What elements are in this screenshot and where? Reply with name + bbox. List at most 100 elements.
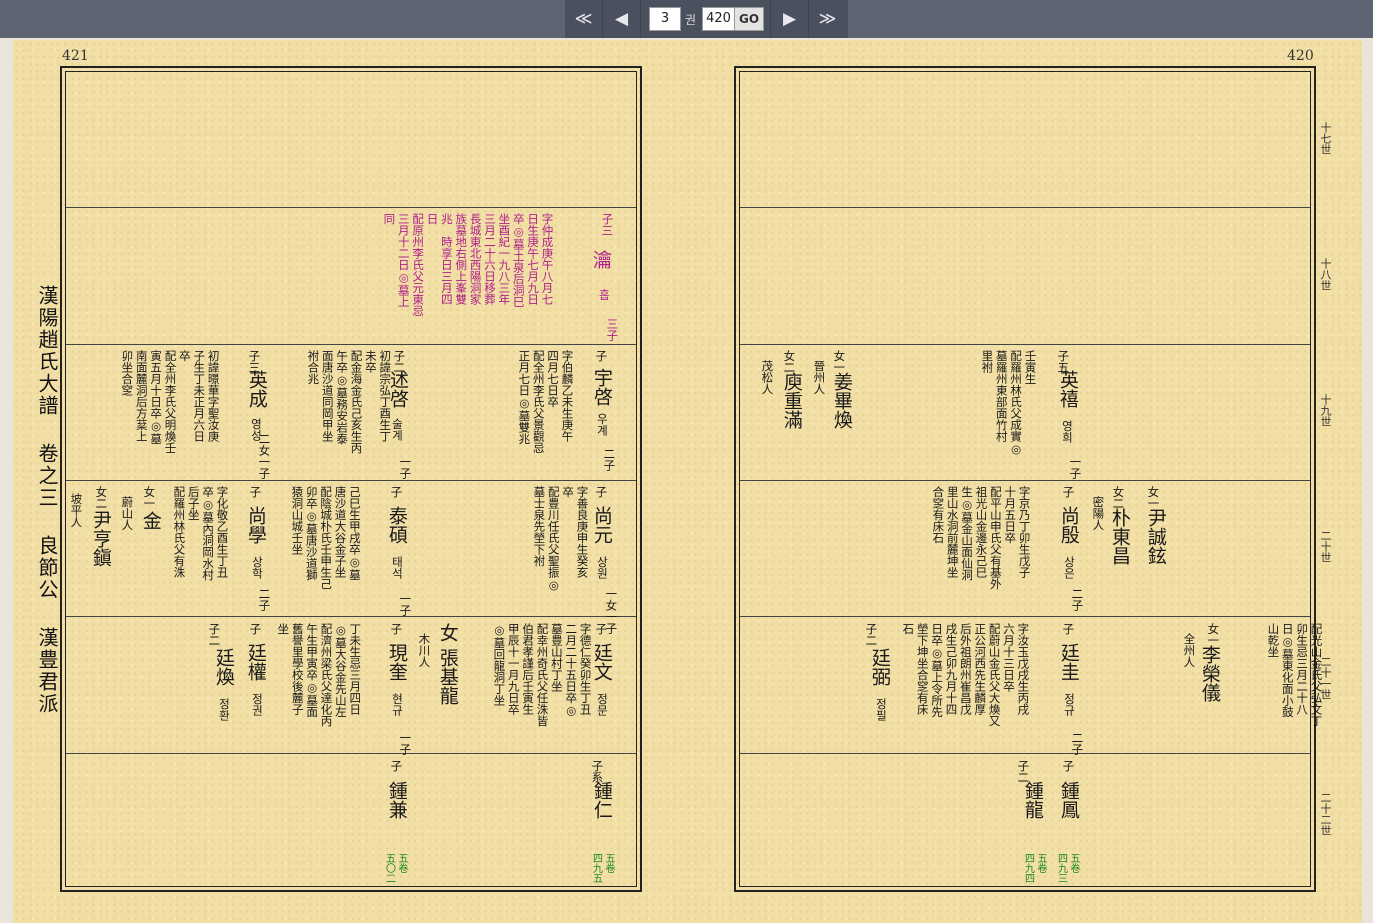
- gen21-label: 子: [594, 623, 609, 635]
- gen22-name: 鍾兼: [385, 781, 408, 819]
- gen20-name: 朴東昌: [1108, 508, 1131, 565]
- gen19-name: 英成: [245, 370, 268, 408]
- generation-label: 十七世: [1319, 122, 1332, 155]
- gen20-record: 坡平人: [69, 493, 84, 528]
- gen21-label: 子: [389, 623, 404, 635]
- gen21-record: 字汝玉戊戌生丙戌 六月十三日卒 配蔚山金氏父大煥又 正公河西先生麟厚 后外祖朗州…: [901, 623, 1031, 727]
- gen19-name: 英禧: [1056, 370, 1079, 408]
- gen22-label: 子二: [1016, 760, 1031, 783]
- volume-suffix: 권: [685, 12, 697, 27]
- gen19-note: 二女一子: [257, 433, 272, 479]
- gen20-name: 尹亨鎭: [89, 510, 112, 567]
- gen21-record: 全州人: [1182, 633, 1197, 668]
- gen19-name: 庾重滿: [780, 372, 803, 429]
- gen20-label: 子: [389, 486, 404, 498]
- gen22-label: 子系: [590, 760, 605, 783]
- gen22-label: 子: [1061, 760, 1076, 772]
- gen18-record: 字仲成庚午八月七 日生庚午七月九日 卒◎墓土泉后洞巳 坐酉紀一九八三年 三月二十…: [382, 213, 555, 317]
- right-genealogy-frame: 子五 英禧 영희 一子 壬寅生 配羅州林氏父成實◎ 墓羅州東部面竹村 里祔 女一…: [734, 66, 1324, 892]
- left-arrow-icon: ◀: [614, 9, 629, 29]
- gen19-label: 女一: [832, 350, 847, 373]
- gen21-label: 子二: [207, 623, 222, 646]
- generation-label: 十八世: [1319, 258, 1332, 291]
- gen20-record: 字京乃丁卯生戊子 十月五日卒 配平山申氏父有基外 祖光山金邊永己巳 生◎墓金山面…: [931, 486, 1032, 590]
- gen20-label: 女二: [94, 486, 109, 509]
- gen19-record: 初諱宗弘丁酉生丁 未卒 配金海金氏己亥生丙 午卒◎墓務安岩泰 面唐沙道同岡甲坐 …: [306, 350, 393, 454]
- gen21-hangul: 정권: [250, 693, 265, 716]
- gen20-record: 密陽人: [1091, 496, 1106, 531]
- total-pages-field: 420: [702, 7, 735, 31]
- gen21-name: 李榮儀: [1198, 645, 1221, 702]
- gen19-note: 一子: [1068, 456, 1083, 479]
- gen21-hangul: 현규: [390, 693, 405, 716]
- gen21-label: 子二: [864, 623, 879, 646]
- gen19-record: 壬寅生 配羅州林氏父成實◎ 墓羅州東部面竹村 里祔: [980, 350, 1038, 456]
- gen19-hangul: 우계: [595, 413, 610, 436]
- generation-label: 二十二世: [1319, 792, 1332, 836]
- first-page-button[interactable]: ≪: [565, 0, 603, 38]
- gen22-name: 鍾龍: [1021, 781, 1044, 819]
- gen20-name: 尹誠鉉: [1144, 508, 1167, 565]
- gen20-note: 二子: [1070, 588, 1085, 611]
- gen21-name: 廷文: [590, 643, 613, 681]
- book-side-title: 漢陽趙氏大譜 卷之三 良節公 漢豊君派: [35, 285, 59, 715]
- gen22-volume-ref: 五卷 四九三: [1055, 853, 1080, 883]
- right-page-number: 420: [1287, 48, 1314, 64]
- page-number-input[interactable]: 3: [649, 7, 681, 31]
- gen22-name: 鍾鳳: [1057, 781, 1080, 819]
- prev-page-button[interactable]: ◀: [603, 0, 641, 38]
- gen20-record: 字善良庚申生癸亥 卒 配豊川任氏父聖振◎ 墓士泉先塋下祔: [532, 486, 590, 592]
- gen19-record: 字伯麟乙未生庚午 四月七日卒 配全州李氏父景觀忌 正月七日◎墓雙兆: [517, 350, 575, 454]
- page-navigation: ≪ ◀ 3 권 420 GO ▶ ≫: [565, 0, 848, 38]
- gen20-label: 女一: [1146, 486, 1161, 509]
- gen18-name: 瀹: [589, 250, 612, 269]
- gen18-label: 子三: [600, 213, 615, 236]
- gen22-name: 鍾仁: [590, 781, 613, 819]
- gen21-label: 子: [1061, 623, 1076, 635]
- right-arrow-icon: ▶: [783, 9, 797, 29]
- gen21-hangul: 정문: [595, 693, 610, 716]
- generation-label: 二十世: [1319, 530, 1332, 563]
- gen19-note: 二子: [602, 448, 617, 471]
- gen21-extra-record: 配光山金氏父弘文丁 卯生忌三月二十八 日◎墓東化面小鼓 山乾坐: [1266, 623, 1324, 727]
- gen21-name: 廷弼: [868, 648, 891, 686]
- gen20-note: 二子: [257, 588, 272, 611]
- gen20-hangul: 상원: [595, 556, 610, 579]
- gen21-name: 廷煥: [212, 648, 235, 686]
- gen19-hangul: 영희: [1060, 420, 1075, 443]
- gen21-name: 現奎: [385, 643, 408, 681]
- left-page-number: 421: [62, 48, 89, 64]
- gen20-hangul: 상은: [1062, 556, 1077, 579]
- viewer-toolbar: ≪ ◀ 3 권 420 GO ▶ ≫: [0, 0, 1373, 38]
- gen21-record: 木川人: [417, 633, 432, 668]
- gen21-name: 張基龍: [436, 648, 459, 705]
- gen22-volume-ref: 五卷 四九四: [1022, 853, 1047, 883]
- gen20-record: 蔚山人: [120, 496, 135, 531]
- go-button[interactable]: GO: [734, 7, 765, 31]
- generation-label: 十九世: [1319, 394, 1332, 427]
- gen20-record: 己巳生甲戌卒◎墓 唐沙道大谷金子坐 配陰城朴氏壬申生己 卯卒◎墓唐沙道獅 猿洞山…: [290, 486, 362, 590]
- gen20-name: 尚元: [590, 506, 613, 544]
- last-page-button[interactable]: ≫: [808, 0, 846, 38]
- left-genealogy-frame: 子三 瀹 흡 三子 字仲成庚午八月七 日生庚午七月九日 卒◎墓土泉后洞巳 坐酉紀…: [60, 66, 642, 892]
- gen21-hangul: 정필: [874, 698, 889, 721]
- gen20-record: 字化敬乙酉生丁丑 卒◎墓內洞岡水村 后子坐 配羅州林氏父有洙: [172, 486, 230, 581]
- gen21-record: 字德仁癸卯生丁丑 二月二十五日卒◎ 墓豊山村丁坐 配幸州奇氏父任洙皆 伯君孝謹后…: [492, 623, 593, 727]
- gen21-label: 子: [248, 623, 263, 635]
- gen19-label: 女二: [782, 350, 797, 373]
- next-page-button[interactable]: ▶: [770, 0, 808, 38]
- gen20-name: 泰碩: [385, 506, 408, 544]
- gen19-record: 初諱暻華字聖汝庚 子生丁未正月六日 卒 配全州李氏父明煥壬 寅五月十日卒◎墓 南…: [120, 350, 221, 454]
- gen22-volume-ref: 五卷 五〇二: [383, 853, 408, 883]
- gen21-name: 廷權: [244, 643, 267, 681]
- gen20-label: 子: [248, 486, 263, 498]
- gen20-name: 尚殷: [1057, 506, 1080, 544]
- gen21-hangul: 정규: [1062, 693, 1077, 716]
- gen20-label: 女二: [1111, 486, 1126, 509]
- gen20-label: 女一: [142, 486, 157, 509]
- gen20-label: 子: [594, 486, 609, 498]
- gen21-note: 二子: [1070, 732, 1085, 755]
- gen20-hangul: 태석: [390, 556, 405, 579]
- gen19-record: 晉州人: [812, 360, 827, 395]
- generation-label: 二十一世: [1319, 656, 1332, 700]
